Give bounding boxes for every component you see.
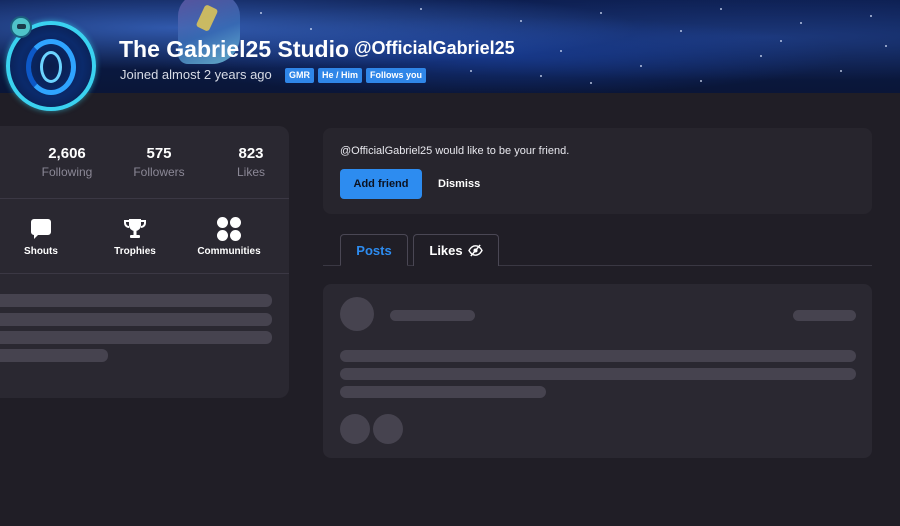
stat-followers[interactable]: 575 Followers — [114, 145, 204, 179]
trophies-label: Trophies — [114, 246, 156, 257]
bio-skeleton-line — [0, 313, 272, 326]
post-text-skeleton — [340, 368, 856, 380]
bio-skeleton-line — [0, 349, 108, 362]
post-skeleton-card — [323, 284, 872, 458]
tag-follows-you: Follows you — [366, 68, 427, 83]
tab-likes-label: Likes — [429, 243, 463, 258]
trophy-icon — [124, 219, 146, 238]
add-friend-button[interactable]: Add friend — [340, 169, 422, 199]
tag-gmr[interactable]: GMR — [285, 68, 314, 83]
bio-skeleton-line — [0, 331, 272, 344]
stat-likes[interactable]: 823 Likes — [206, 145, 296, 179]
divider — [0, 273, 289, 274]
post-avatar-skeleton — [340, 297, 374, 331]
profile-joined-date: Joined almost 2 years ago — [120, 67, 272, 82]
stat-likes-value: 823 — [238, 145, 264, 162]
bio-skeleton-line — [0, 294, 272, 307]
tab-posts-label: Posts — [356, 242, 392, 258]
profile-display-name: The Gabriel25 Studio — [119, 36, 350, 62]
avatar-inner — [40, 51, 62, 83]
stat-followers-value: 575 — [146, 145, 172, 162]
profile-handle: @OfficialGabriel25 — [354, 38, 515, 58]
communities-label: Communities — [197, 246, 261, 257]
stat-following-value: 2,606 — [48, 145, 86, 162]
avatar-badge-icon — [10, 16, 32, 38]
stat-likes-label: Likes — [236, 165, 265, 179]
post-text-skeleton — [340, 350, 856, 362]
friend-request-panel: @OfficialGabriel25 would like to be your… — [323, 128, 872, 214]
tag-pronouns: He / Him — [318, 68, 363, 83]
shouts-button[interactable]: Shouts — [0, 216, 86, 257]
stat-following-label: Following — [41, 165, 93, 179]
post-reaction-skeleton — [340, 414, 370, 444]
stat-following[interactable]: 2,606 Following — [22, 145, 112, 179]
communities-icon — [217, 217, 241, 241]
profile-side-card: 2,606 Following 575 Followers 823 Likes … — [0, 126, 289, 398]
tab-likes[interactable]: Likes — [413, 234, 499, 266]
post-time-skeleton — [793, 310, 856, 321]
friend-request-message: @OfficialGabriel25 would like to be your… — [340, 145, 570, 157]
dismiss-button[interactable]: Dismiss — [430, 169, 488, 199]
communities-button[interactable]: Communities — [184, 216, 274, 257]
divider — [0, 198, 289, 199]
post-reaction-skeleton — [373, 414, 403, 444]
shouts-label: Shouts — [24, 246, 58, 257]
eye-slash-icon — [467, 244, 483, 257]
speech-bubble-icon — [31, 219, 51, 239]
tab-posts[interactable]: Posts — [340, 234, 408, 266]
stat-followers-label: Followers — [133, 165, 185, 179]
post-text-skeleton — [340, 386, 546, 398]
trophies-button[interactable]: Trophies — [90, 216, 180, 257]
post-author-skeleton — [390, 310, 475, 321]
profile-tags: GMR He / Him Follows you — [285, 68, 427, 83]
